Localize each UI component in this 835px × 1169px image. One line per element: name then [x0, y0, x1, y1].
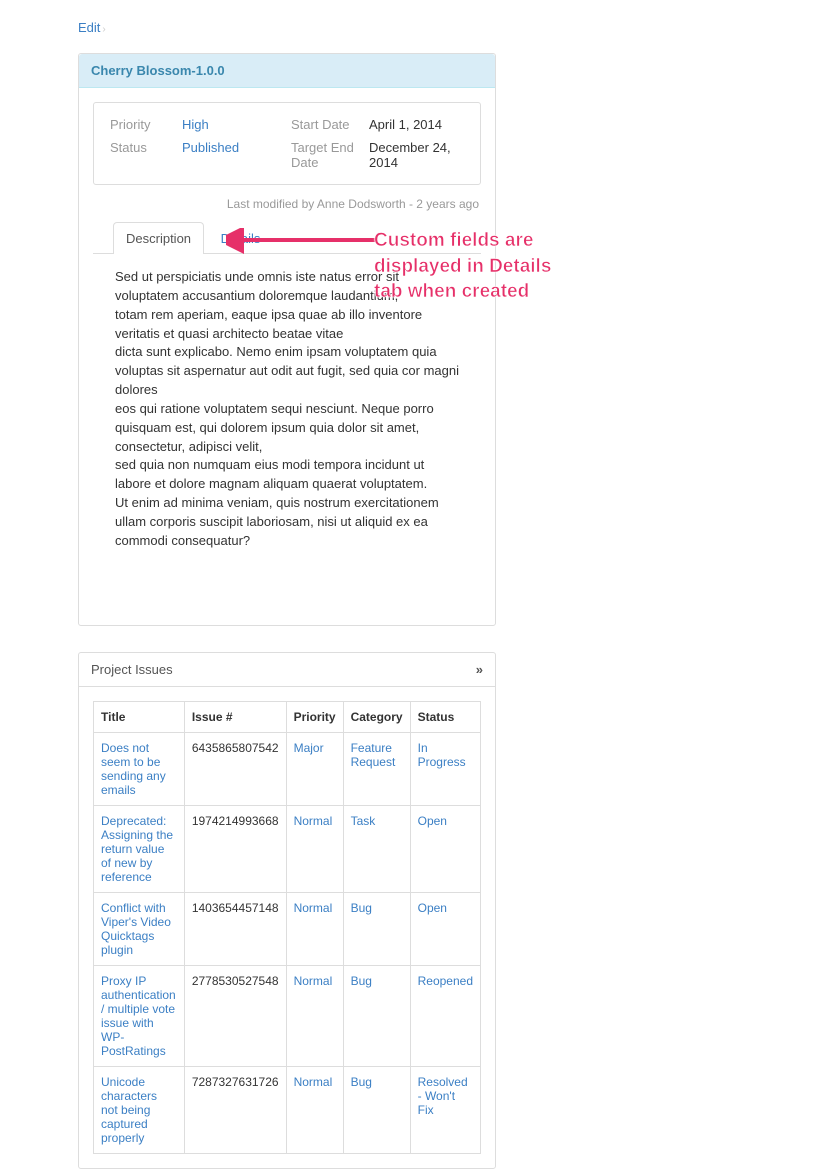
- cell-category: Task: [343, 805, 410, 892]
- release-panel-body: Priority High Status Published Start Dat…: [79, 88, 495, 625]
- expand-icon[interactable]: »: [476, 662, 483, 677]
- col-title: Title: [94, 701, 185, 732]
- cell-priority: Normal: [286, 1066, 343, 1153]
- cell-category: Bug: [343, 965, 410, 1066]
- issue-title-link[interactable]: Proxy IP authentication / multiple vote …: [101, 974, 176, 1058]
- table-row: Proxy IP authentication / multiple vote …: [94, 965, 481, 1066]
- col-issue: Issue #: [184, 701, 286, 732]
- cell-priority: Normal: [286, 892, 343, 965]
- cell-title: Proxy IP authentication / multiple vote …: [94, 965, 185, 1066]
- cell-status: Open: [410, 805, 480, 892]
- table-row: Unicode characters not being captured pr…: [94, 1066, 481, 1153]
- status-link[interactable]: Open: [418, 901, 447, 915]
- cell-priority: Normal: [286, 965, 343, 1066]
- cell-status: Open: [410, 892, 480, 965]
- cell-title: Deprecated: Assigning the return value o…: [94, 805, 185, 892]
- project-issues-body: Title Issue # Priority Category Status D…: [79, 687, 495, 1168]
- edit-link[interactable]: Edit: [78, 20, 100, 35]
- desc-line: dicta sunt explicabo. Nemo enim ipsam vo…: [115, 343, 459, 400]
- table-header-row: Title Issue # Priority Category Status: [94, 701, 481, 732]
- issue-title-link[interactable]: Unicode characters not being captured pr…: [101, 1075, 157, 1145]
- desc-line: sed quia non numquam eius modi tempora i…: [115, 456, 459, 494]
- cell-title: Conflict with Viper's Video Quicktags pl…: [94, 892, 185, 965]
- cell-title: Does not seem to be sending any emails: [94, 732, 185, 805]
- target-end-label: Target End Date: [291, 140, 369, 170]
- description-content: Sed ut perspiciatis unde omnis iste natu…: [93, 254, 481, 611]
- status-label: Status: [110, 140, 182, 155]
- cell-title: Unicode characters not being captured pr…: [94, 1066, 185, 1153]
- tab-details[interactable]: Details: [208, 222, 274, 254]
- cell-priority: Normal: [286, 805, 343, 892]
- category-link[interactable]: Bug: [351, 1075, 372, 1089]
- tabs-container: Description Details: [93, 221, 481, 254]
- release-title-link[interactable]: Cherry Blossom-1.0.0: [91, 63, 225, 78]
- issue-title-link[interactable]: Conflict with Viper's Video Quicktags pl…: [101, 901, 171, 957]
- project-issues-header: Project Issues »: [79, 653, 495, 687]
- issue-title-link[interactable]: Does not seem to be sending any emails: [101, 741, 166, 797]
- col-priority: Priority: [286, 701, 343, 732]
- start-date-value: April 1, 2014: [369, 117, 464, 132]
- tab-description[interactable]: Description: [113, 222, 204, 254]
- cell-issue-number: 1974214993668: [184, 805, 286, 892]
- priority-value[interactable]: High: [182, 117, 209, 132]
- cell-status: Reopened: [410, 965, 480, 1066]
- cell-issue-number: 6435865807542: [184, 732, 286, 805]
- project-issues-title: Project Issues: [91, 662, 173, 677]
- col-status: Status: [410, 701, 480, 732]
- status-link[interactable]: Reopened: [418, 974, 473, 988]
- status-value[interactable]: Published: [182, 140, 239, 155]
- cell-status: Resolved - Won't Fix: [410, 1066, 480, 1153]
- category-link[interactable]: Feature Request: [351, 741, 396, 769]
- release-panel-header: Cherry Blossom-1.0.0: [79, 54, 495, 88]
- issue-title-link[interactable]: Deprecated: Assigning the return value o…: [101, 814, 173, 884]
- desc-line: Ut enim ad minima veniam, quis nostrum e…: [115, 494, 459, 551]
- priority-link[interactable]: Normal: [294, 814, 333, 828]
- desc-line: totam rem aperiam, eaque ipsa quae ab il…: [115, 306, 459, 344]
- cell-category: Feature Request: [343, 732, 410, 805]
- category-link[interactable]: Bug: [351, 974, 372, 988]
- project-issues-panel: Project Issues » Title Issue # Priority …: [78, 652, 496, 1169]
- cell-issue-number: 1403654457148: [184, 892, 286, 965]
- category-link[interactable]: Bug: [351, 901, 372, 915]
- priority-link[interactable]: Normal: [294, 974, 333, 988]
- status-link[interactable]: Resolved - Won't Fix: [418, 1075, 468, 1117]
- status-link[interactable]: In Progress: [418, 741, 466, 769]
- issues-table: Title Issue # Priority Category Status D…: [93, 701, 481, 1154]
- category-link[interactable]: Task: [351, 814, 376, 828]
- priority-link[interactable]: Major: [294, 741, 324, 755]
- desc-line: eos qui ratione voluptatem sequi nesciun…: [115, 400, 459, 457]
- cell-category: Bug: [343, 1066, 410, 1153]
- last-modified-text: Last modified by Anne Dodsworth - 2 year…: [93, 197, 479, 211]
- release-panel: Cherry Blossom-1.0.0 Priority High Statu…: [78, 53, 496, 626]
- priority-link[interactable]: Normal: [294, 901, 333, 915]
- edit-label: Edit: [78, 20, 100, 35]
- cell-priority: Major: [286, 732, 343, 805]
- desc-line: Sed ut perspiciatis unde omnis iste natu…: [115, 268, 459, 306]
- cell-issue-number: 7287327631726: [184, 1066, 286, 1153]
- start-date-label: Start Date: [291, 117, 369, 132]
- release-info-box: Priority High Status Published Start Dat…: [93, 102, 481, 185]
- table-row: Deprecated: Assigning the return value o…: [94, 805, 481, 892]
- target-end-value: December 24, 2014: [369, 140, 464, 170]
- table-row: Does not seem to be sending any emails 64…: [94, 732, 481, 805]
- priority-link[interactable]: Normal: [294, 1075, 333, 1089]
- col-category: Category: [343, 701, 410, 732]
- breadcrumb-caret-icon: ›: [102, 24, 105, 35]
- status-link[interactable]: Open: [418, 814, 447, 828]
- table-row: Conflict with Viper's Video Quicktags pl…: [94, 892, 481, 965]
- cell-issue-number: 2778530527548: [184, 965, 286, 1066]
- cell-category: Bug: [343, 892, 410, 965]
- cell-status: In Progress: [410, 732, 480, 805]
- priority-label: Priority: [110, 117, 182, 132]
